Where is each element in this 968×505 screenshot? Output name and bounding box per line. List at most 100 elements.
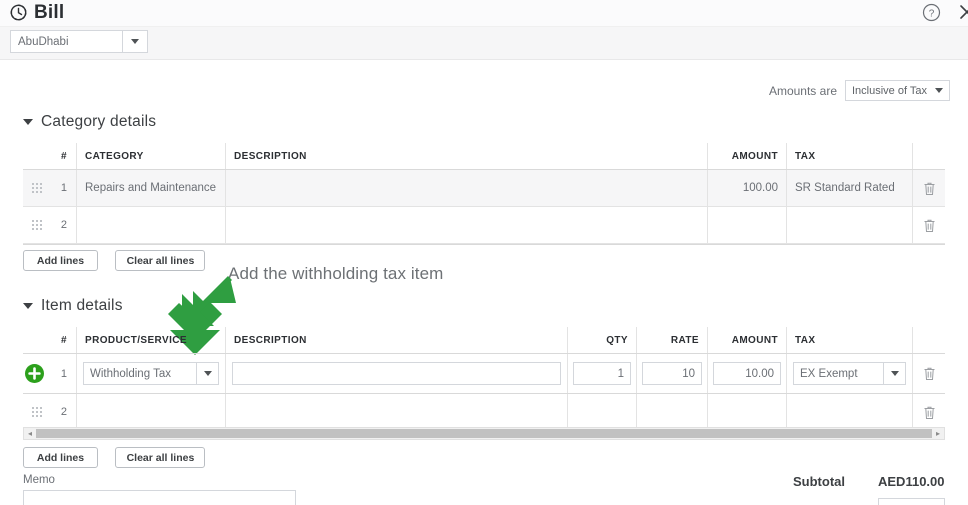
delete-row-button[interactable] (913, 354, 945, 393)
close-x-icon[interactable] (957, 2, 968, 22)
amounts-are-value: Inclusive of Tax (852, 84, 928, 97)
cell-amount[interactable]: 100.00 (708, 170, 787, 206)
drag-handle-icon[interactable] (23, 394, 50, 430)
table-header-row: # PRODUCT/SERVICE DESCRIPTION QTY RATE A… (23, 327, 945, 354)
table-bottom-rule (23, 244, 945, 245)
cell-amount[interactable]: 10.00 (708, 354, 787, 393)
column-header-description: DESCRIPTION (226, 143, 708, 169)
category-details-table: # CATEGORY DESCRIPTION AMOUNT TAX 1 Repa… (23, 143, 945, 245)
drag-handle-icon[interactable] (23, 207, 50, 243)
cell-qty[interactable]: 1 (568, 354, 637, 393)
header-spacer (23, 327, 50, 353)
page-title: Bill (34, 2, 65, 23)
column-header-tax: TAX (787, 327, 913, 353)
subtotal-label: Subtotal (793, 474, 845, 489)
rate-value: 10 (682, 367, 695, 380)
cell-description[interactable] (226, 394, 568, 430)
column-header-qty: QTY (568, 327, 637, 353)
cell-description[interactable] (226, 354, 568, 393)
location-select-value: AbuDhabi (18, 35, 69, 48)
cell-tax[interactable]: SR Standard Rated (787, 170, 913, 206)
clear-all-lines-button[interactable]: Clear all lines (115, 250, 206, 271)
location-select[interactable]: AbuDhabi (10, 30, 148, 53)
amounts-are-row: Amounts are Inclusive of Tax (769, 80, 950, 101)
scroll-right-arrow-icon[interactable]: ▸ (932, 428, 944, 439)
table-row-active[interactable]: 1 Withholding Tax 1 10 10.00 EX Exempt (23, 354, 945, 394)
item-details-label: Item details (41, 297, 123, 314)
horizontal-scrollbar[interactable]: ◂ ▸ (23, 427, 945, 440)
cell-tax[interactable] (787, 207, 913, 243)
cell-qty[interactable] (568, 394, 637, 430)
window-header: Bill ? (0, 0, 968, 27)
category-details-section-header[interactable]: Category details (23, 113, 156, 131)
product-service-value: Withholding Tax (90, 367, 171, 380)
bill-form-page: Bill ? AbuDhabi Amounts are Inclusive of… (0, 0, 968, 505)
subheader-bar: AbuDhabi (0, 27, 968, 60)
trash-icon (924, 182, 934, 195)
delete-row-button[interactable] (913, 207, 945, 243)
chevron-down-icon (122, 31, 147, 52)
column-header-rate: RATE (637, 327, 708, 353)
column-header-amount: AMOUNT (708, 327, 787, 353)
amount-value: 10.00 (745, 367, 774, 380)
trash-icon (924, 367, 934, 380)
item-details-table: # PRODUCT/SERVICE DESCRIPTION QTY RATE A… (23, 327, 945, 432)
cell-description[interactable] (226, 170, 708, 206)
cell-category[interactable]: Repairs and Maintenance (77, 170, 226, 206)
row-index: 2 (50, 207, 77, 243)
cell-amount[interactable] (708, 207, 787, 243)
table-row[interactable]: 2 (23, 207, 945, 244)
header-spacer (23, 143, 50, 169)
scroll-left-arrow-icon[interactable]: ◂ (24, 428, 36, 439)
scrollbar-thumb[interactable] (36, 429, 932, 438)
cell-category[interactable] (77, 207, 226, 243)
annotation-text: Add the withholding tax item (228, 264, 444, 283)
delete-row-button[interactable] (913, 170, 945, 206)
qty-value: 1 (617, 367, 624, 380)
add-lines-button[interactable]: Add lines (23, 250, 98, 271)
cell-tax[interactable]: EX Exempt (787, 354, 913, 393)
cell-description[interactable] (226, 207, 708, 243)
footer-amount-input[interactable] (878, 498, 945, 505)
category-details-label: Category details (41, 113, 157, 130)
amounts-are-select[interactable]: Inclusive of Tax (845, 80, 950, 101)
chevron-down-icon (929, 88, 949, 93)
drag-handle-icon[interactable] (23, 170, 50, 206)
cell-product-service[interactable]: Withholding Tax (77, 354, 226, 393)
tax-value: EX Exempt (800, 367, 858, 380)
chevron-down-icon (196, 363, 218, 384)
header-actions-spacer (913, 143, 945, 169)
row-index: 1 (50, 354, 77, 393)
row-index: 2 (50, 394, 77, 430)
table-row[interactable]: 2 (23, 394, 945, 431)
cell-tax[interactable] (787, 394, 913, 430)
add-lines-button[interactable]: Add lines (23, 447, 98, 468)
category-details-actions: Add lines Clear all lines (23, 250, 206, 271)
cell-product-service[interactable] (77, 394, 226, 430)
column-header-product-service: PRODUCT/SERVICE (77, 327, 226, 353)
table-row[interactable]: 1 Repairs and Maintenance 100.00 SR Stan… (23, 170, 945, 207)
cell-amount[interactable] (708, 394, 787, 430)
memo-input[interactable] (23, 490, 296, 505)
clear-all-lines-button[interactable]: Clear all lines (115, 447, 206, 468)
triangle-down-icon (23, 119, 33, 125)
subtotal-value: AED110.00 (878, 474, 945, 489)
amounts-are-label: Amounts are (768, 83, 837, 98)
svg-text:?: ? (929, 8, 935, 19)
green-plus-circle-icon[interactable] (25, 364, 44, 383)
help-circle-icon[interactable]: ? (922, 3, 941, 22)
column-header-description: DESCRIPTION (226, 327, 568, 353)
triangle-down-icon (23, 303, 33, 309)
column-header-category: CATEGORY (77, 143, 226, 169)
chevron-down-icon (883, 363, 905, 384)
cell-rate[interactable] (637, 394, 708, 430)
item-details-section-header[interactable]: Item details (23, 297, 123, 315)
delete-row-button[interactable] (913, 394, 945, 430)
memo-label: Memo (23, 474, 55, 486)
column-header-index: # (50, 327, 77, 353)
history-clock-icon[interactable] (9, 3, 28, 22)
cell-rate[interactable]: 10 (637, 354, 708, 393)
column-header-tax: TAX (787, 143, 913, 169)
trash-icon (924, 406, 934, 419)
column-header-index: # (50, 143, 77, 169)
